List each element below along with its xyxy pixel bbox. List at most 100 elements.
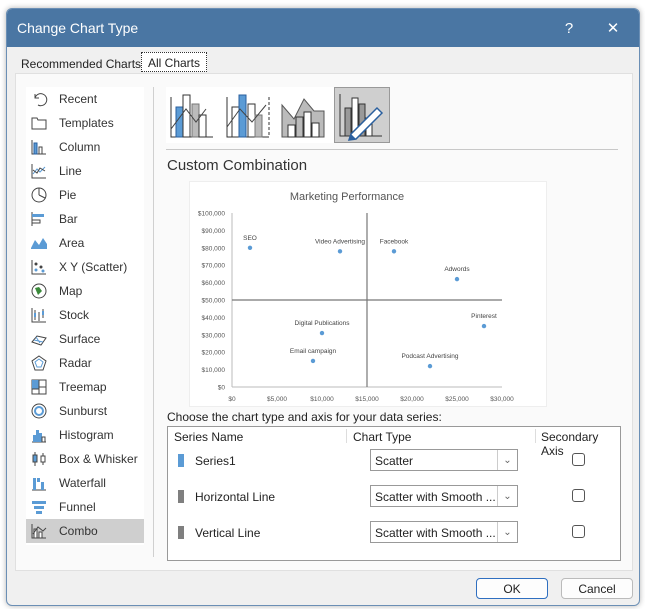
scatter-point <box>247 245 253 250</box>
chart-type-value: Scatter <box>375 454 414 468</box>
sidebar-item-templates[interactable]: Templates <box>26 111 144 135</box>
y-tick-label: $60,000 <box>202 280 226 287</box>
area-chart-icon <box>31 238 47 249</box>
data-label: Pinterest <box>471 313 497 320</box>
all-charts-panel: Recent Templates Column Line Pie Bar Area X Y (… <box>15 73 633 571</box>
secondary-axis-checkbox[interactable] <box>572 489 585 502</box>
sidebar-item-map[interactable]: Map <box>26 279 144 303</box>
chart-preview: Marketing Performance $0 $10,000 $20,000 $30… <box>189 181 547 407</box>
x-tick-label: $25,000 <box>445 396 469 403</box>
treemap-chart-icon <box>31 379 47 395</box>
stock-chart-icon <box>31 308 46 323</box>
scatter-point <box>319 330 325 336</box>
chart-type-value: Scatter with Smooth ... <box>375 526 496 540</box>
pie-chart-icon <box>31 187 47 203</box>
sidebar-item-label: Funnel <box>59 500 96 514</box>
tab-recommended-charts[interactable]: Recommended Charts <box>15 54 147 74</box>
subtype-stacked-area-column[interactable] <box>278 87 334 143</box>
sidebar-item-recent[interactable]: Recent <box>26 87 144 111</box>
surface-chart-icon <box>31 335 47 346</box>
folder-icon <box>31 117 47 130</box>
sidebar-item-label: Combo <box>59 524 98 538</box>
chevron-down-icon[interactable]: ⌄ <box>497 486 517 506</box>
ok-button[interactable]: OK <box>476 578 548 599</box>
histogram-chart-icon <box>32 430 46 443</box>
secondary-axis-checkbox[interactable] <box>572 525 585 538</box>
map-chart-icon <box>31 283 47 299</box>
combo-chart-icon <box>31 524 47 539</box>
subtype-clustered-column-line-secondary[interactable] <box>222 87 278 143</box>
chart-type-select[interactable]: Scatter with Smooth ... ⌄ <box>370 485 518 507</box>
chevron-down-icon[interactable]: ⌄ <box>497 522 517 542</box>
radar-chart-icon <box>31 355 47 371</box>
series-row: Series1 Scatter ⌄ <box>168 449 620 473</box>
data-label: SEO <box>243 235 257 242</box>
series-name: Series1 <box>195 454 236 468</box>
secondary-axis-checkbox[interactable] <box>572 453 585 466</box>
data-label: Email campaign <box>290 348 337 355</box>
y-tick-label: $80,000 <box>202 245 226 252</box>
sidebar-item-surface[interactable]: Surface <box>26 327 144 351</box>
series-row: Vertical Line Scatter with Smooth ... ⌄ <box>168 521 620 545</box>
scatter-point <box>337 249 343 254</box>
sidebar-item-label: X Y (Scatter) <box>59 260 128 274</box>
data-label: Digital Publications <box>295 320 351 327</box>
x-tick-label: $20,000 <box>400 396 424 403</box>
sidebar-item-stock[interactable]: Stock <box>26 303 144 327</box>
sidebar-item-sunburst[interactable]: Sunburst <box>26 399 144 423</box>
sunburst-chart-icon <box>31 403 47 419</box>
sidebar-item-label: Area <box>59 236 85 250</box>
close-button[interactable]: ✕ <box>593 9 633 47</box>
sidebar-item-area[interactable]: Area <box>26 231 144 255</box>
series-row: Horizontal Line Scatter with Smooth ... ⌄ <box>168 485 620 509</box>
sidebar-item-histogram[interactable]: Histogram <box>26 423 144 447</box>
y-tick-label: $50,000 <box>202 298 226 305</box>
y-tick-label: $30,000 <box>202 332 226 339</box>
scatter-chart: Marketing Performance $0 $10,000 $20,000 $30… <box>198 191 514 403</box>
sidebar-item-x-y-scatter-[interactable]: X Y (Scatter) <box>26 255 144 279</box>
header-series-name: Series Name <box>174 430 244 444</box>
chart-type-select[interactable]: Scatter ⌄ <box>370 449 518 471</box>
help-button[interactable]: ? <box>549 9 589 47</box>
subtype-clustered-column-line[interactable] <box>166 87 222 143</box>
sidebar-item-label: Treemap <box>59 380 107 394</box>
sidebar-item-treemap[interactable]: Treemap <box>26 375 144 399</box>
scatter-point <box>454 276 460 282</box>
scatter-point <box>310 358 316 364</box>
sidebar-item-bar[interactable]: Bar <box>26 207 144 231</box>
x-tick-label: $30,000 <box>490 396 514 403</box>
y-tick-label: $40,000 <box>202 315 226 322</box>
subtype-custom-combination[interactable] <box>334 87 390 143</box>
sidebar-item-box-whisker[interactable]: Box & Whisker <box>26 447 144 471</box>
clustered-column-line-secondary-icon <box>226 94 270 138</box>
x-tick-label: $0 <box>228 396 236 403</box>
y-tick-label: $100,000 <box>198 211 225 218</box>
cancel-button[interactable]: Cancel <box>561 578 633 599</box>
choose-series-label: Choose the chart type and axis for your … <box>167 410 442 424</box>
sidebar-item-funnel[interactable]: Funnel <box>26 495 144 519</box>
sidebar-item-label: Stock <box>59 308 90 322</box>
header-divider <box>346 429 347 443</box>
sidebar-item-waterfall[interactable]: Waterfall <box>26 471 144 495</box>
sidebar-item-column[interactable]: Column <box>26 135 144 159</box>
divider <box>153 87 154 557</box>
sidebar-item-line[interactable]: Line <box>26 159 144 183</box>
clustered-column-line-icon <box>170 94 213 138</box>
column-chart-icon <box>31 140 46 155</box>
sidebar-item-label: Box & Whisker <box>59 452 138 466</box>
tab-all-charts[interactable]: All Charts <box>141 52 208 72</box>
chevron-down-icon[interactable]: ⌄ <box>497 450 517 470</box>
sidebar-item-label: Histogram <box>59 428 114 442</box>
sidebar-item-label: Radar <box>59 356 92 370</box>
header-divider <box>535 429 536 443</box>
sidebar-item-pie[interactable]: Pie <box>26 183 144 207</box>
data-label: Adwords <box>444 266 470 273</box>
series-color-swatch <box>178 526 184 539</box>
sidebar-item-label: Templates <box>59 116 114 130</box>
x-tick-label: $5,000 <box>267 396 287 403</box>
sidebar-item-label: Recent <box>59 92 98 106</box>
sidebar-item-combo[interactable]: Combo <box>26 519 144 543</box>
sidebar-item-radar[interactable]: Radar <box>26 351 144 375</box>
chart-type-select[interactable]: Scatter with Smooth ... ⌄ <box>370 521 518 543</box>
data-label: Video Advertising <box>315 238 365 245</box>
